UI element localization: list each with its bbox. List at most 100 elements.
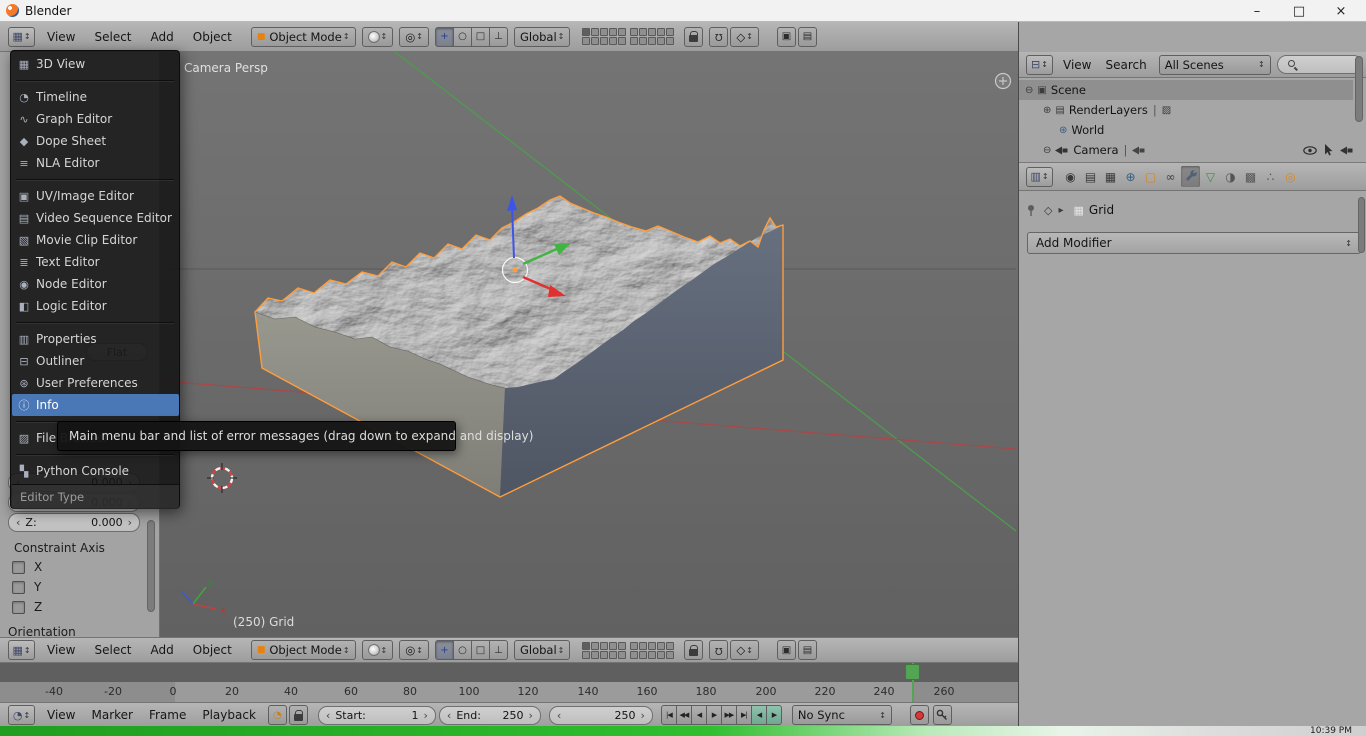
scene-lock-toggle[interactable] — [684, 640, 703, 660]
menu-add[interactable]: Add — [151, 30, 174, 44]
menu-object[interactable]: Object — [193, 643, 232, 657]
checkbox-icon[interactable] — [12, 581, 25, 594]
shading-dropdown[interactable]: ↕ — [362, 640, 394, 660]
menu-item-text-editor[interactable]: ≣Text Editor — [12, 251, 179, 273]
menu-item-dope-sheet[interactable]: ◆Dope Sheet — [12, 130, 179, 152]
outliner-row-camera[interactable]: ⊖ Camera | — [1019, 140, 1366, 160]
selectable-cursor-icon[interactable] — [1324, 144, 1333, 156]
editor-type-button[interactable]: ▥↕ — [1026, 167, 1053, 187]
menu-item-logic-editor[interactable]: ◧Logic Editor — [12, 295, 179, 317]
orientation-dropdown[interactable]: Global↕ — [514, 640, 570, 660]
tab-render-layers[interactable]: ▤ — [1081, 166, 1100, 187]
z-value-field[interactable]: Z:0.000 — [8, 513, 140, 532]
snap-element-dropdown[interactable]: ◇↕ — [730, 27, 759, 47]
menu-item-python-console[interactable]: ▚Python Console — [12, 460, 179, 482]
layers-group-2[interactable] — [630, 642, 674, 659]
time-lock-toggle[interactable] — [289, 705, 308, 725]
expander-icon[interactable]: ⊖ — [1043, 145, 1051, 156]
display-filter-dropdown[interactable]: All Scenes↕ — [1159, 55, 1271, 75]
tab-modifiers[interactable] — [1181, 166, 1200, 187]
renderable-camera-icon[interactable] — [1340, 146, 1353, 155]
opengl-render-anim-button[interactable]: ▤ — [798, 640, 817, 660]
outliner-menu-view[interactable]: View — [1063, 58, 1091, 72]
current-frame-field[interactable]: 250 — [549, 706, 653, 725]
manipulator-translate-toggle[interactable]: + — [435, 27, 454, 47]
terrain-object[interactable] — [255, 196, 783, 497]
tab-object[interactable]: ▢ — [1141, 166, 1160, 187]
increment-arrow-icon[interactable] — [638, 709, 648, 722]
menu-object[interactable]: Object — [193, 30, 232, 44]
play-alt-button[interactable]: ▶ — [766, 705, 782, 725]
increment-arrow-icon[interactable] — [125, 516, 135, 529]
manipulator-axis-toggle[interactable]: ⊥ — [489, 640, 508, 660]
prev-keyframe-button[interactable]: ◀◀ — [676, 705, 692, 725]
menu-select[interactable]: Select — [94, 643, 131, 657]
decrement-arrow-icon[interactable] — [323, 709, 333, 722]
pivot-dropdown[interactable]: ◎↕ — [399, 27, 429, 47]
start-frame-field[interactable]: Start:1 — [318, 706, 436, 725]
scene-lock-toggle[interactable] — [684, 27, 703, 47]
pivot-dropdown[interactable]: ◎↕ — [399, 640, 429, 660]
decrement-arrow-icon[interactable] — [554, 709, 564, 722]
play-reverse-button[interactable]: ◀ — [691, 705, 707, 725]
manipulator-axis-toggle[interactable]: ⊥ — [489, 27, 508, 47]
checkbox-icon[interactable] — [12, 561, 25, 574]
menu-item-movie-clip-editor[interactable]: ▧Movie Clip Editor — [12, 229, 179, 251]
snap-toggle[interactable]: Ω — [709, 27, 728, 47]
preview-range-toggle[interactable]: ◔ — [268, 705, 287, 725]
expander-icon[interactable]: ⊕ — [1043, 105, 1051, 116]
constraint-x-checkbox[interactable]: X — [12, 560, 42, 574]
outliner-scrollbar[interactable] — [1355, 56, 1363, 122]
menu-item-node-editor[interactable]: ◉Node Editor — [12, 273, 179, 295]
menu-item-3d-view[interactable]: ▦3D View — [12, 53, 179, 75]
layers-group-1[interactable] — [582, 28, 626, 45]
add-modifier-dropdown[interactable]: Add Modifier↕ — [1027, 232, 1361, 254]
tab-physics[interactable]: ◎ — [1281, 166, 1300, 187]
current-frame-marker[interactable] — [905, 664, 920, 680]
opengl-render-still-button[interactable]: ▣ — [777, 27, 796, 47]
menu-item-graph-editor[interactable]: ∿Graph Editor — [12, 108, 179, 130]
tab-world[interactable]: ⊕ — [1121, 166, 1140, 187]
increment-arrow-icon[interactable] — [526, 709, 536, 722]
next-keyframe-button[interactable]: ▶▶ — [721, 705, 737, 725]
menu-item-video-sequence-editor[interactable]: ▤Video Sequence Editor — [12, 207, 179, 229]
tab-texture[interactable]: ▩ — [1241, 166, 1260, 187]
outliner-search-field[interactable] — [1277, 55, 1363, 74]
menu-item-uv-image-editor[interactable]: ▣UV/Image Editor — [12, 185, 179, 207]
end-frame-field[interactable]: End:250 — [439, 706, 541, 725]
timeline-ruler[interactable]: -40 -20 0 20 40 60 80 100 120 140 160 18… — [0, 682, 1018, 702]
properties-scrollbar[interactable] — [1358, 197, 1365, 253]
editor-type-button[interactable]: ▦↕ — [8, 27, 35, 47]
editor-type-button[interactable]: ▦↕ — [8, 640, 35, 660]
timeline-menu-playback[interactable]: Playback — [202, 708, 256, 722]
menu-item-properties[interactable]: ▥Properties — [12, 328, 179, 350]
tab-object-data[interactable]: ▽ — [1201, 166, 1220, 187]
menu-add[interactable]: Add — [151, 643, 174, 657]
menu-item-info[interactable]: ⓘInfo — [12, 394, 179, 416]
decrement-arrow-icon[interactable] — [13, 516, 23, 529]
timeline-menu-view[interactable]: View — [47, 708, 75, 722]
outliner-menu-search[interactable]: Search — [1105, 58, 1146, 72]
pin-icon[interactable] — [1026, 204, 1036, 216]
menu-item-user-preferences[interactable]: ⊛User Preferences — [12, 372, 179, 394]
timeline-menu-marker[interactable]: Marker — [91, 708, 132, 722]
manipulator-rotate-toggle[interactable]: ○ — [453, 27, 472, 47]
menu-view[interactable]: View — [47, 643, 75, 657]
mode-dropdown[interactable]: ■Object Mode↕ — [251, 27, 356, 47]
play-reverse-alt-button[interactable]: ◀ — [751, 705, 767, 725]
snap-element-dropdown[interactable]: ◇↕ — [730, 640, 759, 660]
editor-type-button[interactable]: ◔↕ — [8, 705, 35, 725]
timeline-canvas[interactable]: -40 -20 0 20 40 60 80 100 120 140 160 18… — [0, 663, 1018, 702]
mode-dropdown[interactable]: ■Object Mode↕ — [251, 640, 356, 660]
layer-cell[interactable] — [582, 28, 590, 36]
tab-material[interactable]: ◑ — [1221, 166, 1240, 187]
outliner-row-renderlayers[interactable]: ⊕ ▤ RenderLayers | ▨ — [1019, 100, 1366, 120]
opengl-render-still-button[interactable]: ▣ — [777, 640, 796, 660]
menu-item-nla-editor[interactable]: ≡NLA Editor — [12, 152, 179, 174]
keying-set-button[interactable] — [933, 705, 952, 725]
auto-keyframe-button[interactable] — [910, 705, 929, 725]
constraint-y-checkbox[interactable]: Y — [12, 580, 41, 594]
minimize-button[interactable]: – — [1236, 0, 1278, 22]
sync-dropdown[interactable]: No Sync↕ — [792, 705, 892, 725]
expander-icon[interactable]: ⊖ — [1025, 85, 1033, 96]
